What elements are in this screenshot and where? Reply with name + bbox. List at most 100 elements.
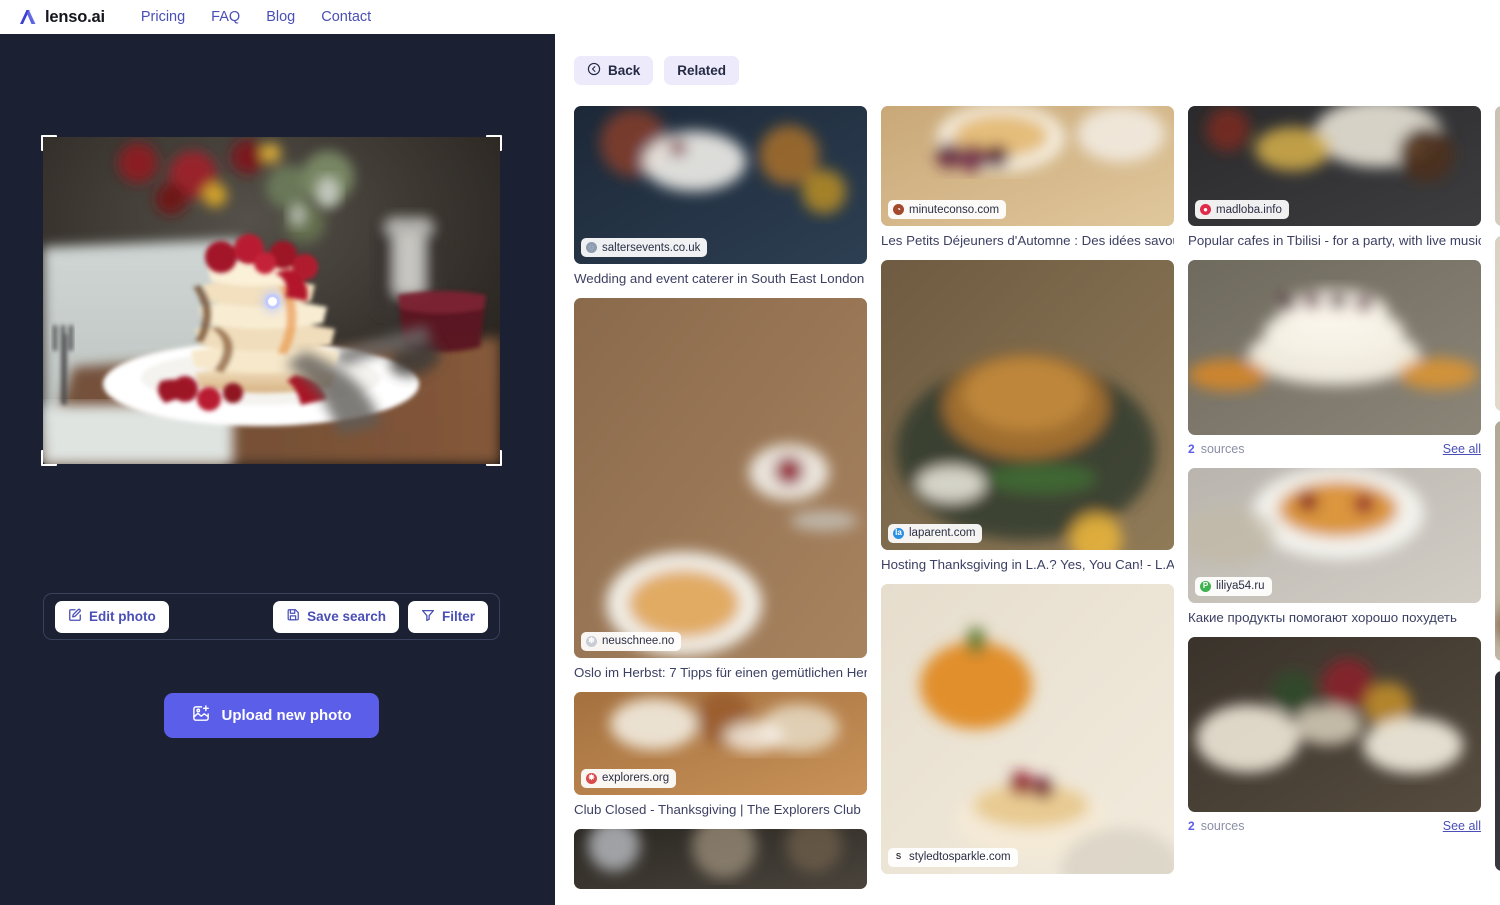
sources-label: sources: [1200, 441, 1245, 456]
results-column: ● madloba.info Popular cafes in Tbilisi - …: [1188, 106, 1481, 899]
floppy-disk-icon: [286, 608, 300, 625]
back-label: Back: [608, 63, 641, 78]
source-domain-label: minuteconso.com: [909, 203, 1000, 216]
result-title[interactable]: Wedding and event caterer in South East …: [574, 270, 867, 288]
crop-handle-bottom-left[interactable]: [41, 450, 57, 466]
result-thumbnail[interactable]: [1495, 236, 1500, 411]
query-photo-cropper[interactable]: [41, 135, 502, 466]
brand-name: lenso.ai: [45, 7, 105, 26]
query-sidebar: Edit photo Save search Filter Upload new…: [0, 34, 555, 905]
nav-link-contact[interactable]: Contact: [321, 9, 371, 25]
favicon-icon: ◌: [586, 242, 597, 253]
results-grid: ◌ saltersevents.co.uk Wedding and event ca…: [574, 106, 1500, 899]
result-title[interactable]: Hosting Thanksgiving in L.A.? Yes, You C…: [881, 556, 1174, 574]
crop-handle-bottom-right[interactable]: [486, 450, 502, 466]
result-card[interactable]: 2 sources See all: [1188, 636, 1481, 835]
brand-logo[interactable]: lenso.ai: [18, 7, 105, 27]
filter-label: Filter: [441, 609, 475, 624]
source-domain-badge[interactable]: ✸ explorers.org: [581, 768, 677, 788]
source-domain-badge[interactable]: Pliliya54.ru: [1195, 576, 1272, 596]
favicon-icon: S: [893, 851, 904, 863]
result-thumbnail[interactable]: [1188, 636, 1481, 812]
favicon-icon: ◔: [893, 204, 904, 215]
pencil-square-icon: [68, 608, 82, 625]
results-column: ◌ saltersevents.co.uk Wedding and event ca…: [574, 106, 867, 899]
source-domain-label: madloba.info: [1216, 203, 1282, 216]
favicon-icon: P: [1200, 580, 1211, 592]
result-thumbnail[interactable]: ◔ minuteconso.com: [881, 106, 1174, 226]
result-card[interactable]: [1495, 421, 1500, 661]
top-navigation-bar: lenso.ai Pricing FAQ Blog Contact: [0, 0, 1500, 34]
see-all-link[interactable]: See all: [1443, 442, 1481, 456]
result-title[interactable]: Club Closed - Thanksgiving | The Explore…: [574, 801, 867, 819]
source-domain-badge[interactable]: ◔ minuteconso.com: [888, 200, 1007, 219]
result-thumbnail[interactable]: [1495, 106, 1500, 226]
result-card[interactable]: Pliliya54.ru Какие продукты помогают хоро…: [1188, 467, 1481, 627]
nav-link-pricing[interactable]: Pricing: [141, 9, 185, 25]
favicon-icon: ●: [1200, 204, 1211, 215]
source-domain-badge[interactable]: la laparent.com: [888, 523, 983, 543]
result-card[interactable]: ◌ saltersevents.co.uk Wedding and event ca…: [574, 106, 867, 288]
result-card[interactable]: [1495, 236, 1500, 411]
result-title[interactable]: Popular cafes in Tbilisi - for a party, …: [1188, 232, 1481, 250]
related-label: Related: [677, 63, 727, 78]
results-column: [1495, 106, 1500, 899]
upload-new-photo-button[interactable]: Upload new photo: [164, 693, 379, 738]
source-domain-badge[interactable]: ● madloba.info: [1195, 200, 1289, 219]
result-card[interactable]: ● madloba.info Popular cafes in Tbilisi - …: [1188, 106, 1481, 250]
upload-new-photo-label: Upload new photo: [221, 707, 352, 724]
result-card[interactable]: [1495, 671, 1500, 871]
crop-handle-top-left[interactable]: [41, 135, 57, 151]
save-search-button[interactable]: Save search: [273, 600, 399, 633]
result-thumbnail[interactable]: Sstyledtosparkle.com: [881, 583, 1174, 874]
back-button[interactable]: Back: [574, 56, 654, 85]
funnel-icon: [421, 608, 435, 625]
result-card[interactable]: Sstyledtosparkle.com: [881, 583, 1174, 874]
edit-photo-button[interactable]: Edit photo: [55, 600, 169, 633]
result-thumbnail[interactable]: ◌ saltersevents.co.uk: [574, 106, 867, 264]
result-title[interactable]: Les Petits Déjeuners d'Automne : Des idé…: [881, 232, 1174, 250]
nav-link-blog[interactable]: Blog: [266, 9, 295, 25]
lenso-mark-icon: [18, 7, 38, 27]
save-search-label: Save search: [307, 609, 386, 624]
result-thumbnail[interactable]: Pliliya54.ru: [1188, 467, 1481, 603]
result-thumbnail[interactable]: ❄ neuschnee.no: [574, 297, 867, 658]
source-domain-label: explorers.org: [602, 772, 670, 785]
photo-tools-toolbar: Edit photo Save search Filter: [43, 593, 500, 640]
result-thumbnail[interactable]: [1495, 671, 1500, 871]
source-domain-label: neuschnee.no: [602, 635, 675, 648]
edit-photo-label: Edit photo: [89, 609, 156, 624]
crop-handle-top-right[interactable]: [486, 135, 502, 151]
result-thumbnail[interactable]: ● madloba.info: [1188, 106, 1481, 226]
filter-button[interactable]: Filter: [407, 600, 488, 633]
source-domain-label: liliya54.ru: [1216, 580, 1265, 593]
source-domain-badge[interactable]: ◌ saltersevents.co.uk: [581, 238, 708, 257]
result-card[interactable]: ❄ neuschnee.no Oslo im Herbst: 7 Tipps für…: [574, 297, 867, 682]
result-card[interactable]: 2 sources See all: [1188, 259, 1481, 458]
see-all-link[interactable]: See all: [1443, 819, 1481, 833]
result-card[interactable]: la laparent.com Hosting Thanksgiving in L.…: [881, 259, 1174, 574]
result-thumbnail[interactable]: ✸ explorers.org: [574, 691, 867, 795]
result-card[interactable]: ✸ explorers.org Club Closed - Thanksgiving…: [574, 691, 867, 819]
result-card[interactable]: [1495, 106, 1500, 226]
sources-label: sources: [1200, 818, 1245, 833]
result-card[interactable]: [574, 828, 867, 889]
result-thumbnail[interactable]: [1495, 421, 1500, 661]
result-card[interactable]: ◔ minuteconso.com Les Petits Déjeuners d'A…: [881, 106, 1174, 250]
related-tab-button[interactable]: Related: [664, 56, 740, 85]
favicon-icon: la: [893, 527, 904, 539]
focus-point-marker[interactable]: [264, 293, 280, 309]
favicon-icon: ❄: [586, 635, 597, 647]
source-domain-badge[interactable]: ❄ neuschnee.no: [581, 631, 682, 651]
source-domain-badge[interactable]: Sstyledtosparkle.com: [888, 847, 1018, 867]
result-thumbnail[interactable]: [574, 828, 867, 889]
sources-count: 2: [1188, 441, 1195, 456]
sources-row: 2 sources See all: [1188, 817, 1481, 835]
nav-link-faq[interactable]: FAQ: [211, 9, 240, 25]
result-title[interactable]: Oslo im Herbst: 7 Tipps für einen gemütl…: [574, 664, 867, 682]
sources-count: 2: [1188, 818, 1195, 833]
result-thumbnail[interactable]: la laparent.com: [881, 259, 1174, 550]
source-domain-label: laparent.com: [909, 527, 976, 540]
result-title[interactable]: Какие продукты помогают хорошо похудеть: [1188, 609, 1481, 627]
result-thumbnail[interactable]: [1188, 259, 1481, 435]
